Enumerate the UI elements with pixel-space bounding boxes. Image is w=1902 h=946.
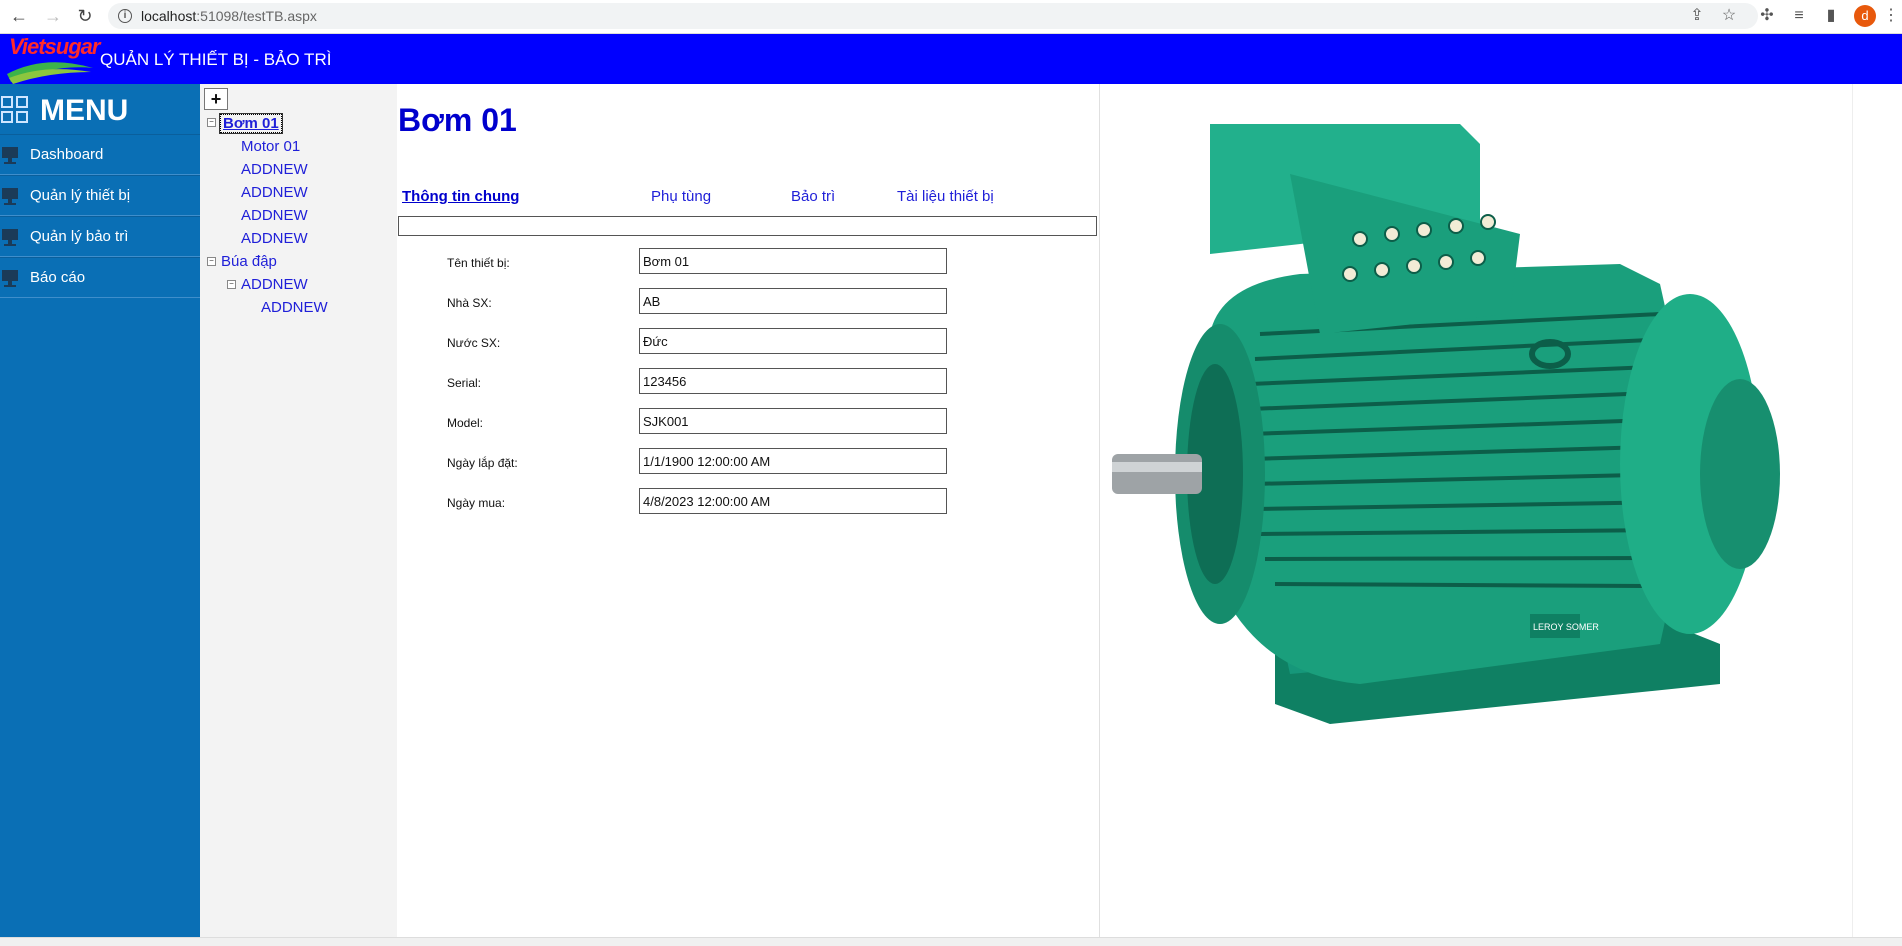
sidebar: MENU Dashboard Quản lý thiết bị Quản lý … xyxy=(0,84,200,937)
field-row-manufacturer: Nhà SX: xyxy=(397,288,997,314)
field-row-name: Tên thiết bị: xyxy=(397,248,997,274)
app-title: QUẢN LÝ THIẾT BỊ - BẢO TRÌ xyxy=(100,50,332,69)
field-label: Nước SX: xyxy=(447,336,501,350)
equipment-tree: + − Bơm 01 Motor 01 ADDNEW ADDNEW ADDNEW… xyxy=(200,84,397,937)
tree-node-addnew[interactable]: ADDNEW xyxy=(241,207,308,224)
menu-title: MENU xyxy=(40,94,129,127)
sidebar-item-maintenance[interactable]: Quản lý bảo trì xyxy=(0,216,200,257)
tree-node-addnew[interactable]: ADDNEW xyxy=(241,276,308,293)
more-menu-icon[interactable]: ⋮ xyxy=(1882,7,1900,25)
electric-motor-image: LEROY SOMER xyxy=(1112,124,1780,724)
field-label: Ngày lắp đặt: xyxy=(447,456,518,470)
purchase-date-field[interactable] xyxy=(639,488,947,514)
serial-field[interactable] xyxy=(639,368,947,394)
brand-mark: LEROY SOMER xyxy=(1533,622,1599,632)
sidebar-item-label: Dashboard xyxy=(30,146,104,163)
sidebar-item-reports[interactable]: Báo cáo xyxy=(0,257,200,298)
tab-content-strip xyxy=(398,216,1097,236)
sidebar-item-label: Quản lý thiết bị xyxy=(30,187,131,204)
monitor-icon xyxy=(0,269,22,287)
right-margin xyxy=(1852,84,1902,937)
browser-toolbar: ← → ↻ i localhost:51098/testTB.aspx ⇪ ☆ … xyxy=(0,0,1902,34)
menu-header: MENU xyxy=(0,92,200,132)
manufacturer-field[interactable] xyxy=(639,288,947,314)
tree-node-addnew[interactable]: ADDNEW xyxy=(261,299,328,316)
sidebar-item-label: Báo cáo xyxy=(30,269,86,286)
back-arrow-icon[interactable]: ← xyxy=(8,5,30,27)
sidebar-item-equipment[interactable]: Quản lý thiết bị xyxy=(0,175,200,216)
monitor-icon xyxy=(0,187,22,205)
sidebar-item-label: Quản lý bảo trì xyxy=(30,228,129,245)
vietsugar-logo[interactable]: Vietsugar xyxy=(5,34,100,84)
field-label: Serial: xyxy=(447,376,482,390)
field-row-serial: Serial: xyxy=(397,368,997,394)
address-bar[interactable]: i localhost:51098/testTB.aspx xyxy=(108,3,1758,29)
tab-general-info[interactable]: Thông tin chung xyxy=(402,188,519,205)
collapse-toggle-icon[interactable]: − xyxy=(207,257,216,266)
tree-node-pump-01[interactable]: Bơm 01 xyxy=(219,113,283,134)
field-row-purchase-date: Ngày mua: xyxy=(397,488,997,514)
collapse-toggle-icon[interactable]: − xyxy=(207,118,216,127)
tree-node-bua-dap[interactable]: Búa đập xyxy=(221,253,277,270)
field-label: Nhà SX: xyxy=(447,296,492,310)
field-row-country: Nước SX: xyxy=(397,328,997,354)
tree-node-addnew[interactable]: ADDNEW xyxy=(241,184,308,201)
bookmark-star-icon[interactable]: ☆ xyxy=(1720,7,1738,25)
side-panel-icon[interactable]: ▮ xyxy=(1822,7,1840,25)
main-panel: Bơm 01 Thông tin chung Phụ tùng Bảo trì … xyxy=(397,84,1100,937)
forward-arrow-icon[interactable]: → xyxy=(42,5,64,27)
reading-list-icon[interactable]: ≡ xyxy=(1790,7,1808,25)
tab-spare-parts[interactable]: Phụ tùng xyxy=(651,188,711,205)
tree-node-motor-01[interactable]: Motor 01 xyxy=(241,138,300,155)
page-title: Bơm 01 xyxy=(398,102,517,138)
site-info-icon[interactable]: i xyxy=(118,9,132,23)
tree-node-addnew[interactable]: ADDNEW xyxy=(241,230,308,247)
field-label: Tên thiết bị: xyxy=(447,256,510,270)
collapse-toggle-icon[interactable]: − xyxy=(227,280,236,289)
field-label: Model: xyxy=(447,416,484,430)
reload-icon[interactable]: ↻ xyxy=(74,5,96,27)
model-field[interactable] xyxy=(639,408,947,434)
field-label: Ngày mua: xyxy=(447,496,506,510)
tab-maintenance[interactable]: Bảo trì xyxy=(791,188,835,205)
share-icon[interactable]: ⇪ xyxy=(1688,7,1706,25)
logo-text: Vietsugar xyxy=(9,34,100,59)
tree-node-addnew[interactable]: ADDNEW xyxy=(241,161,308,178)
sidebar-item-dashboard[interactable]: Dashboard xyxy=(0,134,200,175)
url-text: localhost:51098/testTB.aspx xyxy=(141,8,317,24)
app-header: Vietsugar QUẢN LÝ THIẾT BỊ - BẢO TRÌ xyxy=(0,34,1902,84)
equipment-image: LEROY SOMER xyxy=(1100,84,1852,937)
install-date-field[interactable] xyxy=(639,448,947,474)
profile-avatar[interactable]: d xyxy=(1854,5,1876,27)
equipment-name-field[interactable] xyxy=(639,248,947,274)
tab-documents[interactable]: Tài liệu thiết bị xyxy=(897,188,994,205)
add-node-button[interactable]: + xyxy=(204,88,228,110)
country-field[interactable] xyxy=(639,328,947,354)
field-row-install-date: Ngày lắp đặt: xyxy=(397,448,997,474)
extensions-icon[interactable]: ✣ xyxy=(1758,7,1776,25)
monitor-icon xyxy=(0,146,22,164)
menu-grid-icon xyxy=(1,96,31,126)
monitor-icon xyxy=(0,228,22,246)
field-row-model: Model: xyxy=(397,408,997,434)
